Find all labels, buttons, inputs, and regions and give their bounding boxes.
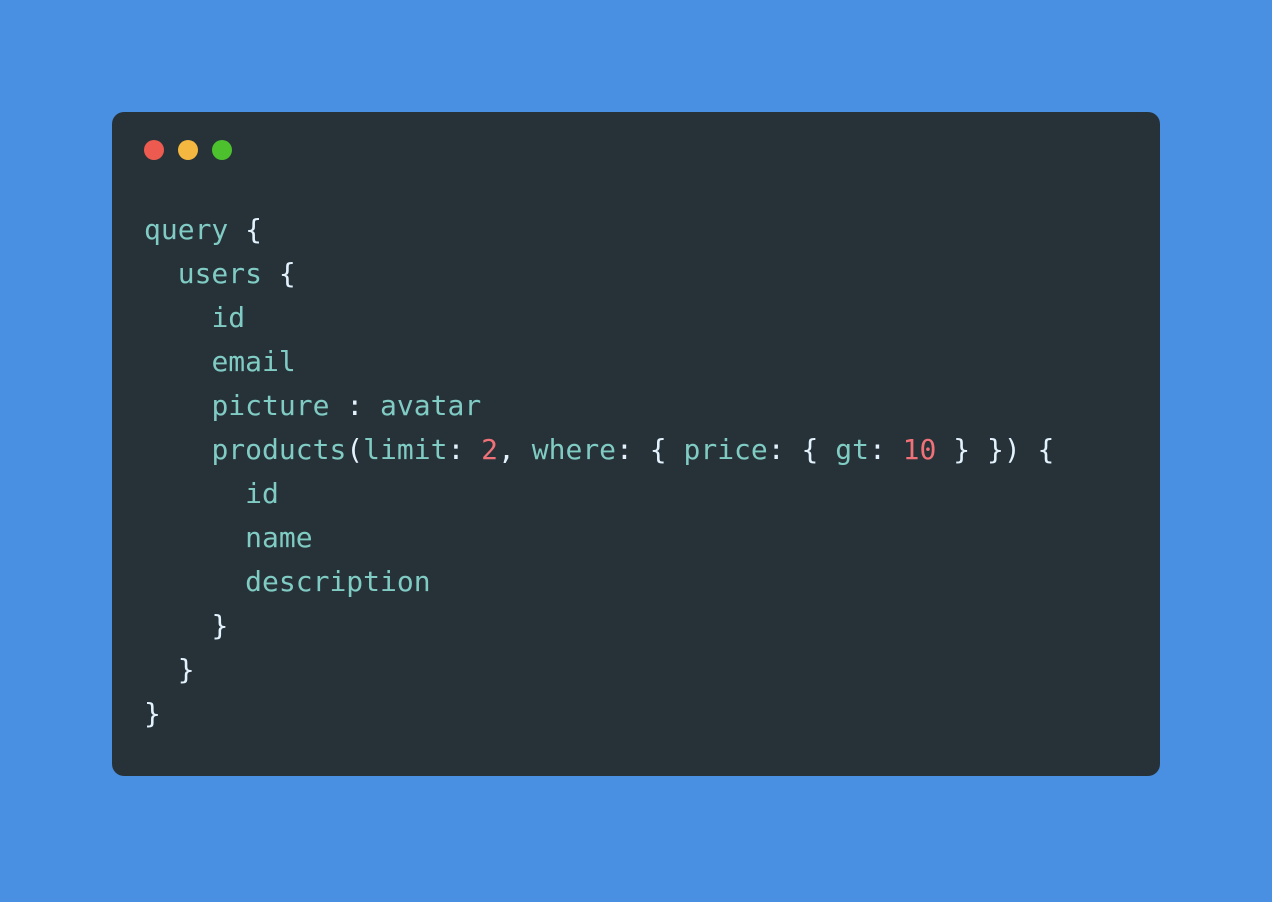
paren-close: ) <box>1004 433 1021 466</box>
field-description: description <box>245 565 430 598</box>
comma: , <box>498 433 515 466</box>
field-picture: picture <box>211 389 329 422</box>
colon: : <box>616 433 633 466</box>
code-window: query { users { id email picture : avata… <box>112 112 1160 776</box>
brace-open: { <box>802 433 819 466</box>
number-limit: 2 <box>481 433 498 466</box>
close-dot-icon[interactable] <box>144 140 164 160</box>
brace-open: { <box>279 257 296 290</box>
brace-close: } <box>178 653 195 686</box>
field-products: products <box>211 433 346 466</box>
attr-where: where <box>532 433 616 466</box>
colon: : <box>768 433 785 466</box>
window-controls <box>144 140 1128 160</box>
brace-open: { <box>1038 433 1055 466</box>
field-users: users <box>178 257 262 290</box>
paren-open: ( <box>346 433 363 466</box>
brace-close: } <box>144 697 161 730</box>
colon: : <box>346 389 363 422</box>
field-avatar: avatar <box>380 389 481 422</box>
field-email: email <box>211 345 295 378</box>
minimize-dot-icon[interactable] <box>178 140 198 160</box>
field-name: name <box>245 521 312 554</box>
colon: : <box>869 433 886 466</box>
brace-close: } <box>987 433 1004 466</box>
brace-open: { <box>245 213 262 246</box>
number-gt: 10 <box>903 433 937 466</box>
brace-close: } <box>211 609 228 642</box>
attr-price: price <box>683 433 767 466</box>
code-block: query { users { id email picture : avata… <box>144 208 1128 736</box>
maximize-dot-icon[interactable] <box>212 140 232 160</box>
attr-gt: gt <box>835 433 869 466</box>
colon: : <box>447 433 464 466</box>
attr-limit: limit <box>363 433 447 466</box>
field-id: id <box>245 477 279 510</box>
keyword-query: query <box>144 213 228 246</box>
brace-close: } <box>953 433 970 466</box>
brace-open: { <box>650 433 667 466</box>
field-id: id <box>211 301 245 334</box>
